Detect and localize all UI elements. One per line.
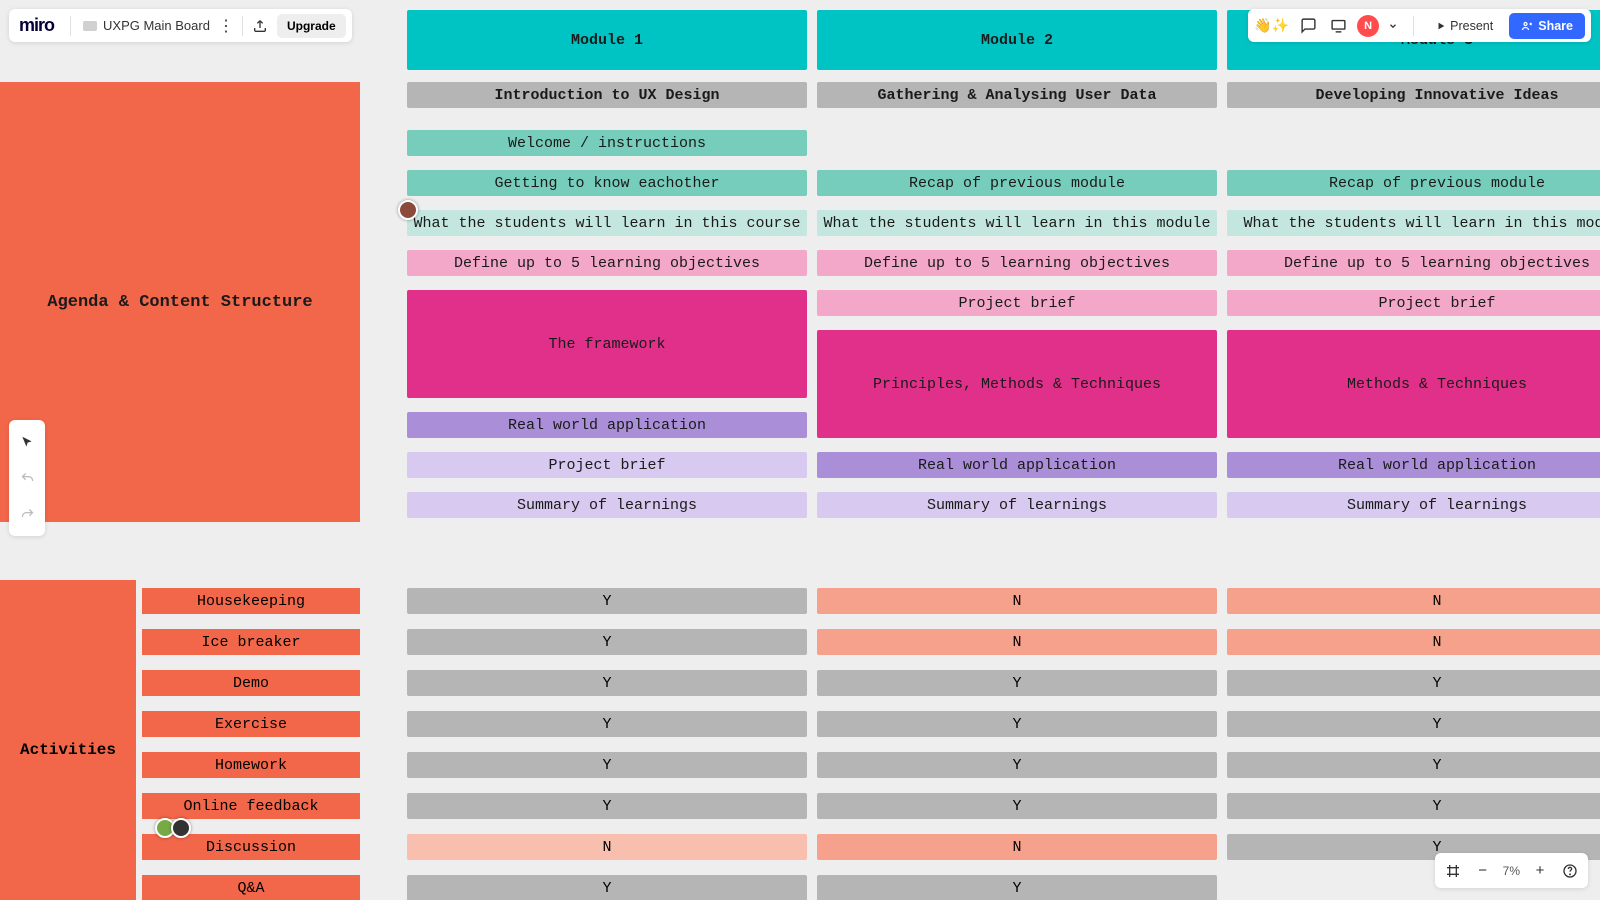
yn-cell[interactable]: N xyxy=(817,629,1217,655)
reactions-icon[interactable]: 👋✨ xyxy=(1254,17,1289,34)
present-label: Present xyxy=(1450,19,1493,33)
share-label: Share xyxy=(1538,19,1573,33)
board-name[interactable]: UXPG Main Board xyxy=(83,18,210,33)
chevron-down-icon[interactable] xyxy=(1387,15,1399,37)
yn-cell[interactable]: Y xyxy=(407,875,807,900)
activity-label[interactable]: Ice breaker xyxy=(142,629,360,655)
content-cell[interactable]: Real world application xyxy=(1227,452,1600,478)
content-cell[interactable]: Project brief xyxy=(1227,290,1600,316)
top-toolbar-right: 👋✨ N Present Share xyxy=(1248,9,1591,42)
yn-cell[interactable]: Y xyxy=(817,711,1217,737)
activity-label[interactable]: Homework xyxy=(142,752,360,778)
board-name-text: UXPG Main Board xyxy=(103,18,210,33)
yn-cell[interactable]: Y xyxy=(407,629,807,655)
yn-cell[interactable]: Y xyxy=(817,752,1217,778)
agenda-section-header[interactable]: Agenda & Content Structure xyxy=(0,82,360,522)
content-cell[interactable]: Summary of learnings xyxy=(1227,492,1600,518)
content-cell[interactable]: Getting to know eachother xyxy=(407,170,807,196)
content-cell[interactable]: Define up to 5 learning objectives xyxy=(407,250,807,276)
activities-yn-col-1[interactable]: YYYYYYNY xyxy=(407,588,807,900)
activity-label[interactable]: Q&A xyxy=(142,875,360,900)
miro-logo[interactable]: miro xyxy=(19,15,54,36)
board-menu-kebab-icon[interactable]: ⋮ xyxy=(216,16,236,36)
yn-cell[interactable]: Y xyxy=(1227,711,1600,737)
yn-cell[interactable]: N xyxy=(1227,629,1600,655)
content-cell[interactable]: Project brief xyxy=(817,290,1217,316)
divider xyxy=(242,16,243,36)
module-subtitle[interactable]: Introduction to UX Design xyxy=(407,82,807,108)
content-cell[interactable]: What the students will learn in this mod… xyxy=(817,210,1217,236)
comment-icon[interactable] xyxy=(1297,15,1319,37)
user-avatar[interactable]: N xyxy=(1357,15,1379,37)
activity-label[interactable]: Demo xyxy=(142,670,360,696)
redo-icon[interactable] xyxy=(9,496,45,532)
divider xyxy=(1413,16,1414,36)
content-cell[interactable]: The framework xyxy=(407,290,807,398)
present-button[interactable]: Present xyxy=(1428,14,1501,38)
content-cell[interactable]: Define up to 5 learning objectives xyxy=(1227,250,1600,276)
content-cell[interactable]: What the students will learn in this cou… xyxy=(407,210,807,236)
yn-cell[interactable]: Y xyxy=(407,670,807,696)
yn-cell[interactable]: N xyxy=(817,588,1217,614)
content-cell[interactable]: Real world application xyxy=(817,452,1217,478)
activities-section-header[interactable]: Activities xyxy=(0,580,136,900)
yn-cell[interactable]: Y xyxy=(1227,793,1600,819)
content-cell[interactable]: Recap of previous module xyxy=(1227,170,1600,196)
yn-cell[interactable]: Y xyxy=(407,711,807,737)
module-subtitle[interactable]: Developing Innovative Ideas xyxy=(1227,82,1600,108)
select-tool-icon[interactable] xyxy=(9,424,45,460)
share-button[interactable]: Share xyxy=(1509,13,1585,39)
content-cell[interactable]: Recap of previous module xyxy=(817,170,1217,196)
module-subtitle[interactable]: Gathering & Analysing User Data xyxy=(817,82,1217,108)
module-header[interactable]: Module 1 xyxy=(407,10,807,70)
content-cell[interactable]: Define up to 5 learning objectives xyxy=(817,250,1217,276)
miro-canvas[interactable]: Agenda & Content Structure Module 1 Intro… xyxy=(0,0,1600,900)
activities-yn-col-3[interactable]: NNYYYYY xyxy=(1227,588,1600,875)
activity-label[interactable]: Online feedback xyxy=(142,793,360,819)
yn-cell[interactable]: N xyxy=(817,834,1217,860)
activities-row-labels[interactable]: Housekeeping Ice breaker Demo Exercise Homew… xyxy=(142,588,362,900)
zoom-toolbar: − 7% + xyxy=(1435,853,1588,888)
yn-cell[interactable]: Y xyxy=(817,670,1217,696)
content-cell[interactable]: Real world application xyxy=(407,412,807,438)
export-icon[interactable] xyxy=(249,15,271,37)
yn-cell[interactable]: Y xyxy=(817,875,1217,900)
content-cell[interactable]: Welcome / instructions xyxy=(407,130,807,156)
board-icon xyxy=(83,21,97,31)
screen-share-icon[interactable] xyxy=(1327,15,1349,37)
collaborator-cursor xyxy=(398,200,418,220)
left-toolbar xyxy=(9,420,45,536)
yn-cell[interactable]: Y xyxy=(817,793,1217,819)
content-cell[interactable]: Project brief xyxy=(407,452,807,478)
activity-label[interactable]: Exercise xyxy=(142,711,360,737)
content-cell[interactable]: Summary of learnings xyxy=(817,492,1217,518)
activity-label[interactable]: Housekeeping xyxy=(142,588,360,614)
zoom-out-button[interactable]: − xyxy=(1473,862,1493,879)
yn-cell[interactable]: Y xyxy=(407,752,807,778)
zoom-level[interactable]: 7% xyxy=(1503,864,1520,878)
upgrade-button[interactable]: Upgrade xyxy=(277,14,346,38)
activities-yn-col-2[interactable]: NNYYYYNY xyxy=(817,588,1217,900)
frame-icon[interactable] xyxy=(1443,863,1463,879)
yn-cell[interactable]: Y xyxy=(1227,752,1600,778)
help-icon[interactable] xyxy=(1560,863,1580,879)
zoom-in-button[interactable]: + xyxy=(1530,862,1550,879)
content-cell[interactable]: Methods & Techniques xyxy=(1227,330,1600,438)
yn-cell[interactable]: N xyxy=(407,834,807,860)
undo-icon[interactable] xyxy=(9,460,45,496)
divider xyxy=(70,16,71,36)
content-cell[interactable]: Principles, Methods & Techniques xyxy=(817,330,1217,438)
collaborator-cursor-group xyxy=(155,818,199,843)
content-cell[interactable]: What the students will learn in this mod… xyxy=(1227,210,1600,236)
yn-cell[interactable]: N xyxy=(1227,588,1600,614)
yn-cell[interactable]: Y xyxy=(407,793,807,819)
top-toolbar-left: miro UXPG Main Board ⋮ Upgrade xyxy=(9,9,352,42)
module-header[interactable]: Module 2 xyxy=(817,10,1217,70)
yn-cell[interactable]: Y xyxy=(1227,670,1600,696)
yn-cell[interactable]: Y xyxy=(407,588,807,614)
content-cell[interactable]: Summary of learnings xyxy=(407,492,807,518)
